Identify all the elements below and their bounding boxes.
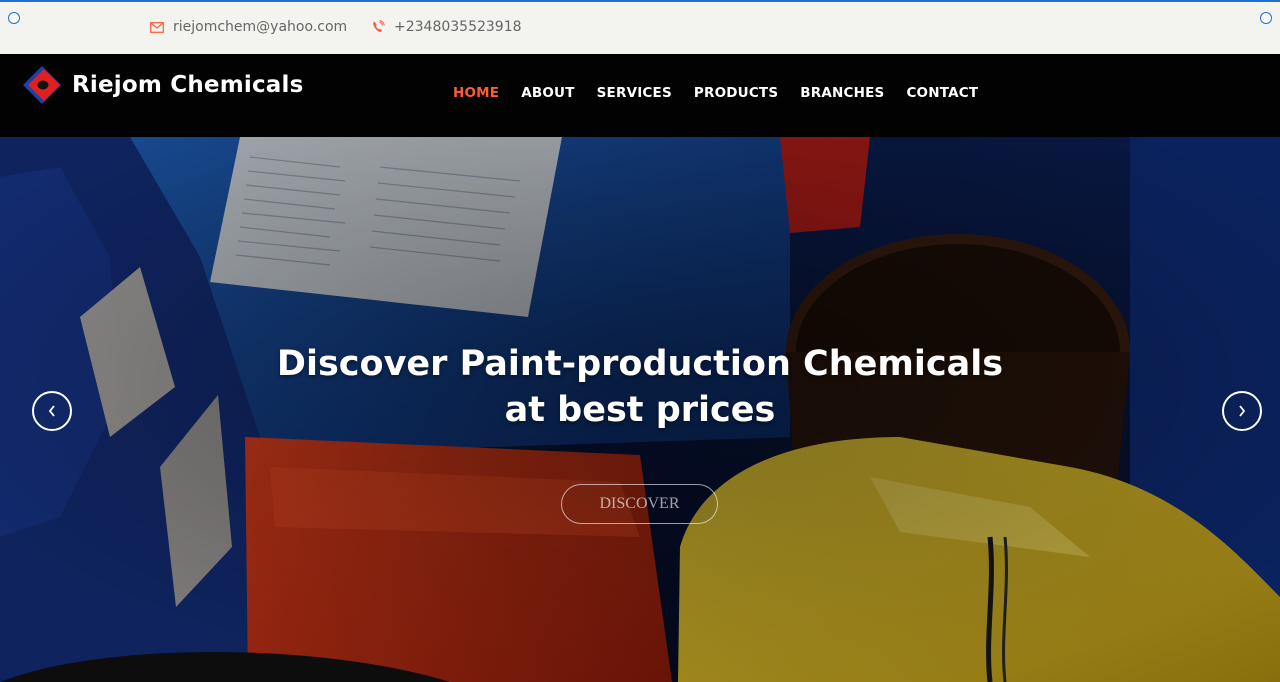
- slider-prev-button[interactable]: [32, 391, 72, 431]
- nav-products[interactable]: PRODUCTS: [694, 85, 778, 101]
- nav-branches[interactable]: BRANCHES: [800, 85, 884, 101]
- nav-home[interactable]: HOME: [453, 85, 499, 101]
- brand-name: Riejom Chemicals: [72, 72, 304, 98]
- selection-edge: [0, 0, 1280, 2]
- discover-button[interactable]: DISCOVER: [561, 484, 718, 524]
- contact-phone-text: +2348035523918: [394, 19, 522, 35]
- selection-handle-right[interactable]: [1260, 12, 1272, 24]
- chevron-right-icon: [1239, 405, 1246, 417]
- site-header: Riejom Chemicals HOME ABOUT SERVICES PRO…: [0, 54, 1280, 137]
- main-nav: HOME ABOUT SERVICES PRODUCTS BRANCHES CO…: [453, 85, 1000, 101]
- chevron-left-icon: [48, 405, 55, 417]
- diamond-logo-icon: [23, 66, 61, 104]
- hero-headline-line1: Discover Paint-production Chemicals: [276, 344, 1004, 384]
- brand-logo[interactable]: Riejom Chemicals: [22, 65, 303, 105]
- contact-phone[interactable]: +2348035523918: [370, 19, 522, 35]
- contact-email[interactable]: riejomchem@yahoo.com: [149, 19, 347, 35]
- envelope-icon: [149, 19, 165, 35]
- hero-headline: Discover Paint-production Chemicals at b…: [0, 341, 1280, 433]
- hero-headline-line2: at best prices: [504, 390, 776, 430]
- slider-next-button[interactable]: [1222, 391, 1262, 431]
- hero-slider: Discover Paint-production Chemicals at b…: [0, 137, 1280, 682]
- contact-email-text: riejomchem@yahoo.com: [173, 19, 348, 35]
- selection-handle-left[interactable]: [8, 12, 20, 24]
- nav-services[interactable]: SERVICES: [597, 85, 672, 101]
- nav-about[interactable]: ABOUT: [521, 85, 574, 101]
- nav-contact[interactable]: CONTACT: [906, 85, 978, 101]
- contact-bar: riejomchem@yahoo.com +2348035523918: [0, 2, 1280, 54]
- phone-icon: [370, 19, 386, 35]
